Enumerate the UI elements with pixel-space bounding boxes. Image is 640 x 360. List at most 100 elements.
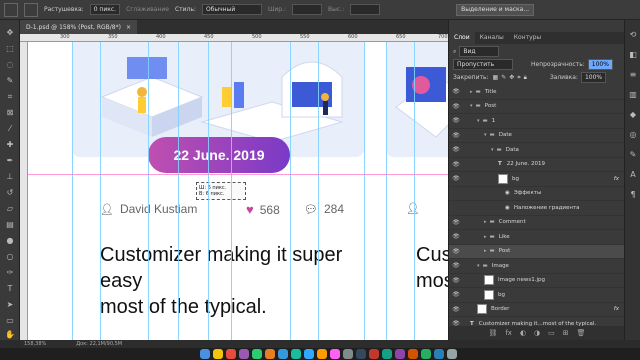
height-input[interactable]: [350, 4, 381, 15]
app-icon[interactable]: [421, 349, 431, 359]
adjustment-icon[interactable]: ◑: [534, 329, 540, 337]
antialias-checkbox[interactable]: Сглаживание: [126, 6, 169, 13]
marquee-tool-icon[interactable]: [24, 2, 38, 17]
app-icon[interactable]: [382, 349, 392, 359]
layer-row[interactable]: 👁︎ Image news1.jpg: [449, 274, 625, 288]
type-tool-icon[interactable]: T: [5, 284, 15, 294]
eyedropper-tool-icon[interactable]: ⁄: [5, 124, 15, 134]
guide-line[interactable]: [364, 42, 365, 340]
libraries-icon[interactable]: ▥: [628, 90, 638, 100]
app-icon[interactable]: [356, 349, 366, 359]
visibility-eye-icon[interactable]: 👁︎: [449, 277, 463, 284]
guide-line[interactable]: [414, 42, 415, 340]
visibility-eye-icon[interactable]: 👁︎: [449, 117, 463, 124]
blur-tool-icon[interactable]: ●: [5, 236, 15, 246]
visibility-eye-icon[interactable]: 👁︎: [449, 103, 463, 110]
xd-icon[interactable]: [330, 349, 340, 359]
layer-row[interactable]: 👁︎ T 22 June. 2019: [449, 158, 625, 172]
layer-row[interactable]: 👁︎ ▸ ▬ Comment: [449, 216, 625, 230]
vertical-ruler[interactable]: [20, 42, 28, 340]
fx-badge[interactable]: fx: [614, 306, 619, 312]
healing-brush-icon[interactable]: ✚: [5, 140, 15, 150]
dodge-tool-icon[interactable]: ○: [5, 252, 15, 262]
visibility-eye-icon[interactable]: 👁︎: [449, 175, 463, 182]
move-tool-icon[interactable]: ✥: [5, 28, 15, 38]
layer-row[interactable]: 👁︎ bg fx: [449, 172, 625, 187]
gradient-tool-icon[interactable]: ▤: [5, 220, 15, 230]
chevron-right-icon[interactable]: ▸: [470, 89, 473, 95]
link-layers-icon[interactable]: ⛓: [488, 329, 497, 337]
path-select-icon[interactable]: ➤: [5, 300, 15, 310]
lasso-tool-icon[interactable]: ◌: [5, 60, 15, 70]
layer-row[interactable]: 👁︎ ▸ ▬ Title: [449, 85, 625, 100]
paragraph-icon[interactable]: ¶: [628, 190, 638, 200]
visibility-eye-icon[interactable]: 👁︎: [449, 291, 463, 298]
illustrator-icon[interactable]: [317, 349, 327, 359]
app-icon[interactable]: [213, 349, 223, 359]
visibility-eye-icon[interactable]: 👁︎: [449, 88, 463, 95]
hand-tool-icon[interactable]: ✋: [5, 330, 15, 340]
visibility-eye-icon[interactable]: 👁︎: [449, 132, 463, 139]
history-icon[interactable]: ⟲: [628, 30, 638, 40]
chevron-right-icon[interactable]: ▸: [484, 219, 487, 225]
finder-icon[interactable]: [200, 349, 210, 359]
layer-row[interactable]: 👁︎ ▾ ▬ Data: [449, 143, 625, 158]
new-layer-icon[interactable]: ⊞: [563, 329, 569, 337]
quick-select-tool-icon[interactable]: ✎: [5, 76, 15, 86]
fill-input[interactable]: 100%: [580, 72, 607, 83]
style-select[interactable]: Обычный: [201, 4, 262, 15]
guide-line[interactable]: [72, 42, 73, 340]
photoshop-home-icon[interactable]: [4, 2, 18, 17]
layer-row[interactable]: 👁︎ ▾ ▬ Date: [449, 129, 625, 143]
character-icon[interactable]: A: [628, 170, 638, 180]
app-icon[interactable]: [408, 349, 418, 359]
rectangle-tool-icon[interactable]: ▭: [5, 316, 15, 326]
marquee-tool-icon[interactable]: ⬚: [5, 44, 15, 54]
app-icon[interactable]: [278, 349, 288, 359]
app-icon[interactable]: [291, 349, 301, 359]
app-icon[interactable]: [265, 349, 275, 359]
mask-icon[interactable]: ◐: [520, 329, 526, 337]
guide-line[interactable]: [231, 42, 232, 340]
visibility-eye-icon[interactable]: 👁︎: [449, 146, 463, 153]
layer-row[interactable]: 👁︎ ▾ ▬ Post: [449, 100, 625, 114]
layer-row[interactable]: 👁︎ ▾ ▬ 1: [449, 114, 625, 129]
adjustments-icon[interactable]: ◧: [628, 50, 638, 60]
layers-icon[interactable]: ◆: [628, 110, 638, 120]
layer-row[interactable]: 👁︎ bg: [449, 288, 625, 303]
app-icon[interactable]: [252, 349, 262, 359]
layer-filter-select[interactable]: Вид: [459, 46, 500, 57]
layer-row[interactable]: 👁︎ ▾ ▬ Image: [449, 259, 625, 274]
document-tab[interactable]: D-1.psd @ 158% (Post, RGB/8*) ×: [20, 20, 137, 34]
guide-line[interactable]: [318, 42, 319, 340]
app-icon[interactable]: [239, 349, 249, 359]
channels-icon[interactable]: ◎: [628, 130, 638, 140]
tab-paths[interactable]: Контуры: [509, 32, 546, 44]
trash-icon[interactable]: [447, 349, 457, 359]
guide-line[interactable]: [148, 42, 149, 340]
horizontal-ruler[interactable]: 300 350 400 450 500 550 600 650 700: [20, 34, 448, 42]
history-brush-icon[interactable]: ↺: [5, 188, 15, 198]
fx-icon[interactable]: fx: [505, 329, 512, 337]
pen-tool-icon[interactable]: ✑: [5, 268, 15, 278]
guide-line[interactable]: [386, 42, 387, 340]
visibility-eye-icon[interactable]: 👁︎: [449, 306, 463, 313]
chevron-down-icon[interactable]: ▾: [470, 103, 473, 109]
chevron-right-icon[interactable]: ▸: [484, 234, 487, 240]
tab-channels[interactable]: Каналы: [475, 32, 509, 44]
blend-mode-select[interactable]: Пропустить: [453, 59, 513, 70]
photoshop-icon[interactable]: [304, 349, 314, 359]
zoom-level[interactable]: 158,38%: [24, 341, 46, 347]
chevron-down-icon[interactable]: ▾: [484, 132, 487, 138]
properties-icon[interactable]: ≡: [628, 70, 638, 80]
paths-icon[interactable]: ✎: [628, 150, 638, 160]
visibility-eye-icon[interactable]: 👁︎: [449, 248, 463, 255]
brush-tool-icon[interactable]: ✒: [5, 156, 15, 166]
fx-badge[interactable]: fx: [614, 176, 619, 182]
width-input[interactable]: [292, 4, 323, 15]
guide-line[interactable]: [178, 42, 179, 340]
visibility-eye-icon[interactable]: 👁︎: [449, 219, 463, 226]
visibility-eye-icon[interactable]: 👁︎: [449, 262, 463, 269]
close-tab-icon[interactable]: ×: [126, 24, 131, 31]
visibility-eye-icon[interactable]: 👁︎: [449, 161, 463, 168]
